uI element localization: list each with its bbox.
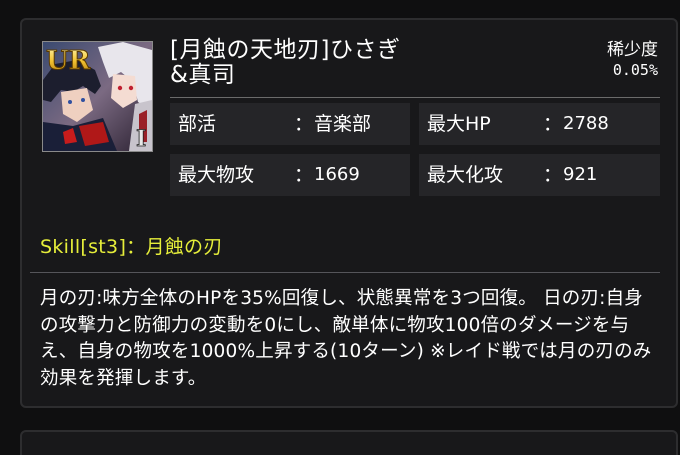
svg-text:UR: UR: [46, 46, 91, 76]
stat-max-chemical-attack: 最大化攻 ： 921: [419, 154, 660, 196]
stat-max-hp: 最大HP ： 2788: [419, 103, 660, 145]
stat-value: 1669: [314, 164, 360, 185]
svg-text:I: I: [136, 126, 146, 151]
character-portrait-icon[interactable]: UR I: [42, 41, 153, 152]
card-name: [月蝕の天地刃]ひさぎ &真司: [170, 37, 401, 88]
stat-label: 部活: [178, 113, 217, 135]
stat-label: 最大化攻: [427, 164, 504, 186]
stat-value: 2788: [563, 113, 609, 134]
stat-value: 音楽部: [314, 113, 372, 135]
rarity-label: 稀少度: [607, 40, 658, 60]
rarity-value: 0.05%: [612, 61, 658, 79]
skill-description: 月の刃:味方全体のHPを35%回復し、状態異常を3つ回復。 日の刃:自身の攻撃力…: [40, 288, 652, 389]
header-divider: [170, 97, 660, 98]
skill-title: Skill[st3]：月蝕の刃: [40, 236, 223, 258]
stat-label: 最大物攻: [178, 164, 255, 186]
stat-max-physical-attack: 最大物攻 ： 1669: [170, 154, 410, 196]
stat-separator: ：: [543, 113, 563, 135]
stat-separator: ：: [543, 164, 563, 186]
stat-value: 921: [563, 164, 598, 185]
stat-separator: ：: [294, 113, 314, 135]
stat-separator: ：: [294, 164, 314, 186]
stat-label: 最大HP: [427, 113, 491, 135]
stat-club: 部活 ： 音楽部: [170, 103, 410, 145]
skill-divider: [30, 272, 660, 273]
next-card-panel: [20, 430, 678, 455]
